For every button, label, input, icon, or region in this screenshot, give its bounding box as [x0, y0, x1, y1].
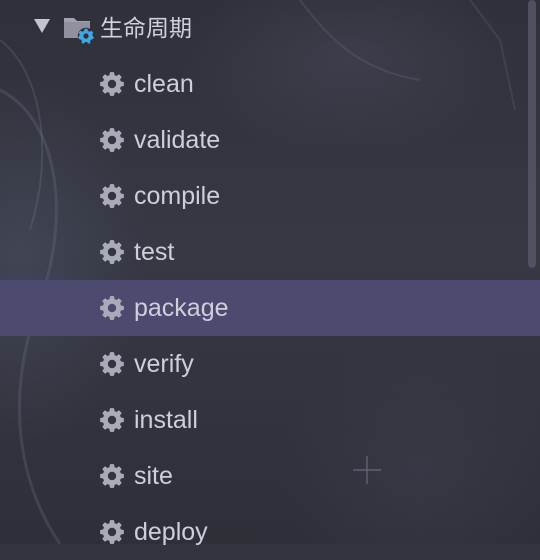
- triangle-down-icon[interactable]: [33, 17, 51, 35]
- tree-item-deploy[interactable]: deploy: [0, 504, 540, 560]
- tree-item-validate[interactable]: validate: [0, 112, 540, 168]
- tree-item-install[interactable]: install: [0, 392, 540, 448]
- gear-icon: [100, 408, 124, 432]
- gear-icon: [100, 520, 124, 544]
- tree-item-test[interactable]: test: [0, 224, 540, 280]
- tree-item-clean[interactable]: clean: [0, 56, 540, 112]
- gear-icon: [100, 240, 124, 264]
- tree-node-lifecycle[interactable]: 生命周期: [0, 0, 540, 56]
- tree-node-label: 生命周期: [100, 15, 192, 41]
- vertical-scrollbar[interactable]: [528, 0, 536, 268]
- tree-item-label: validate: [134, 126, 221, 154]
- gear-icon: [100, 128, 124, 152]
- tree-item-label: deploy: [134, 518, 208, 546]
- lifecycle-tree: 生命周期 clean validate compile test package veri…: [0, 0, 540, 546]
- tree-item-label: verify: [134, 350, 194, 378]
- tree-item-label: compile: [134, 182, 221, 210]
- tree-item-label: site: [134, 462, 173, 490]
- tree-item-label: clean: [134, 70, 194, 98]
- tree-item-site[interactable]: site: [0, 448, 540, 504]
- tree-item-compile[interactable]: compile: [0, 168, 540, 224]
- gear-icon: [100, 296, 124, 320]
- folder-gear-icon: [64, 18, 95, 44]
- tree-item-label: install: [134, 406, 198, 434]
- tree-item-verify[interactable]: verify: [0, 336, 540, 392]
- tree-item-label: test: [134, 238, 175, 266]
- gear-icon: [100, 72, 124, 96]
- gear-icon: [100, 464, 124, 488]
- gear-icon: [100, 184, 124, 208]
- tree-item-package[interactable]: package: [0, 280, 540, 336]
- tree-item-label: package: [134, 294, 229, 322]
- gear-icon: [100, 352, 124, 376]
